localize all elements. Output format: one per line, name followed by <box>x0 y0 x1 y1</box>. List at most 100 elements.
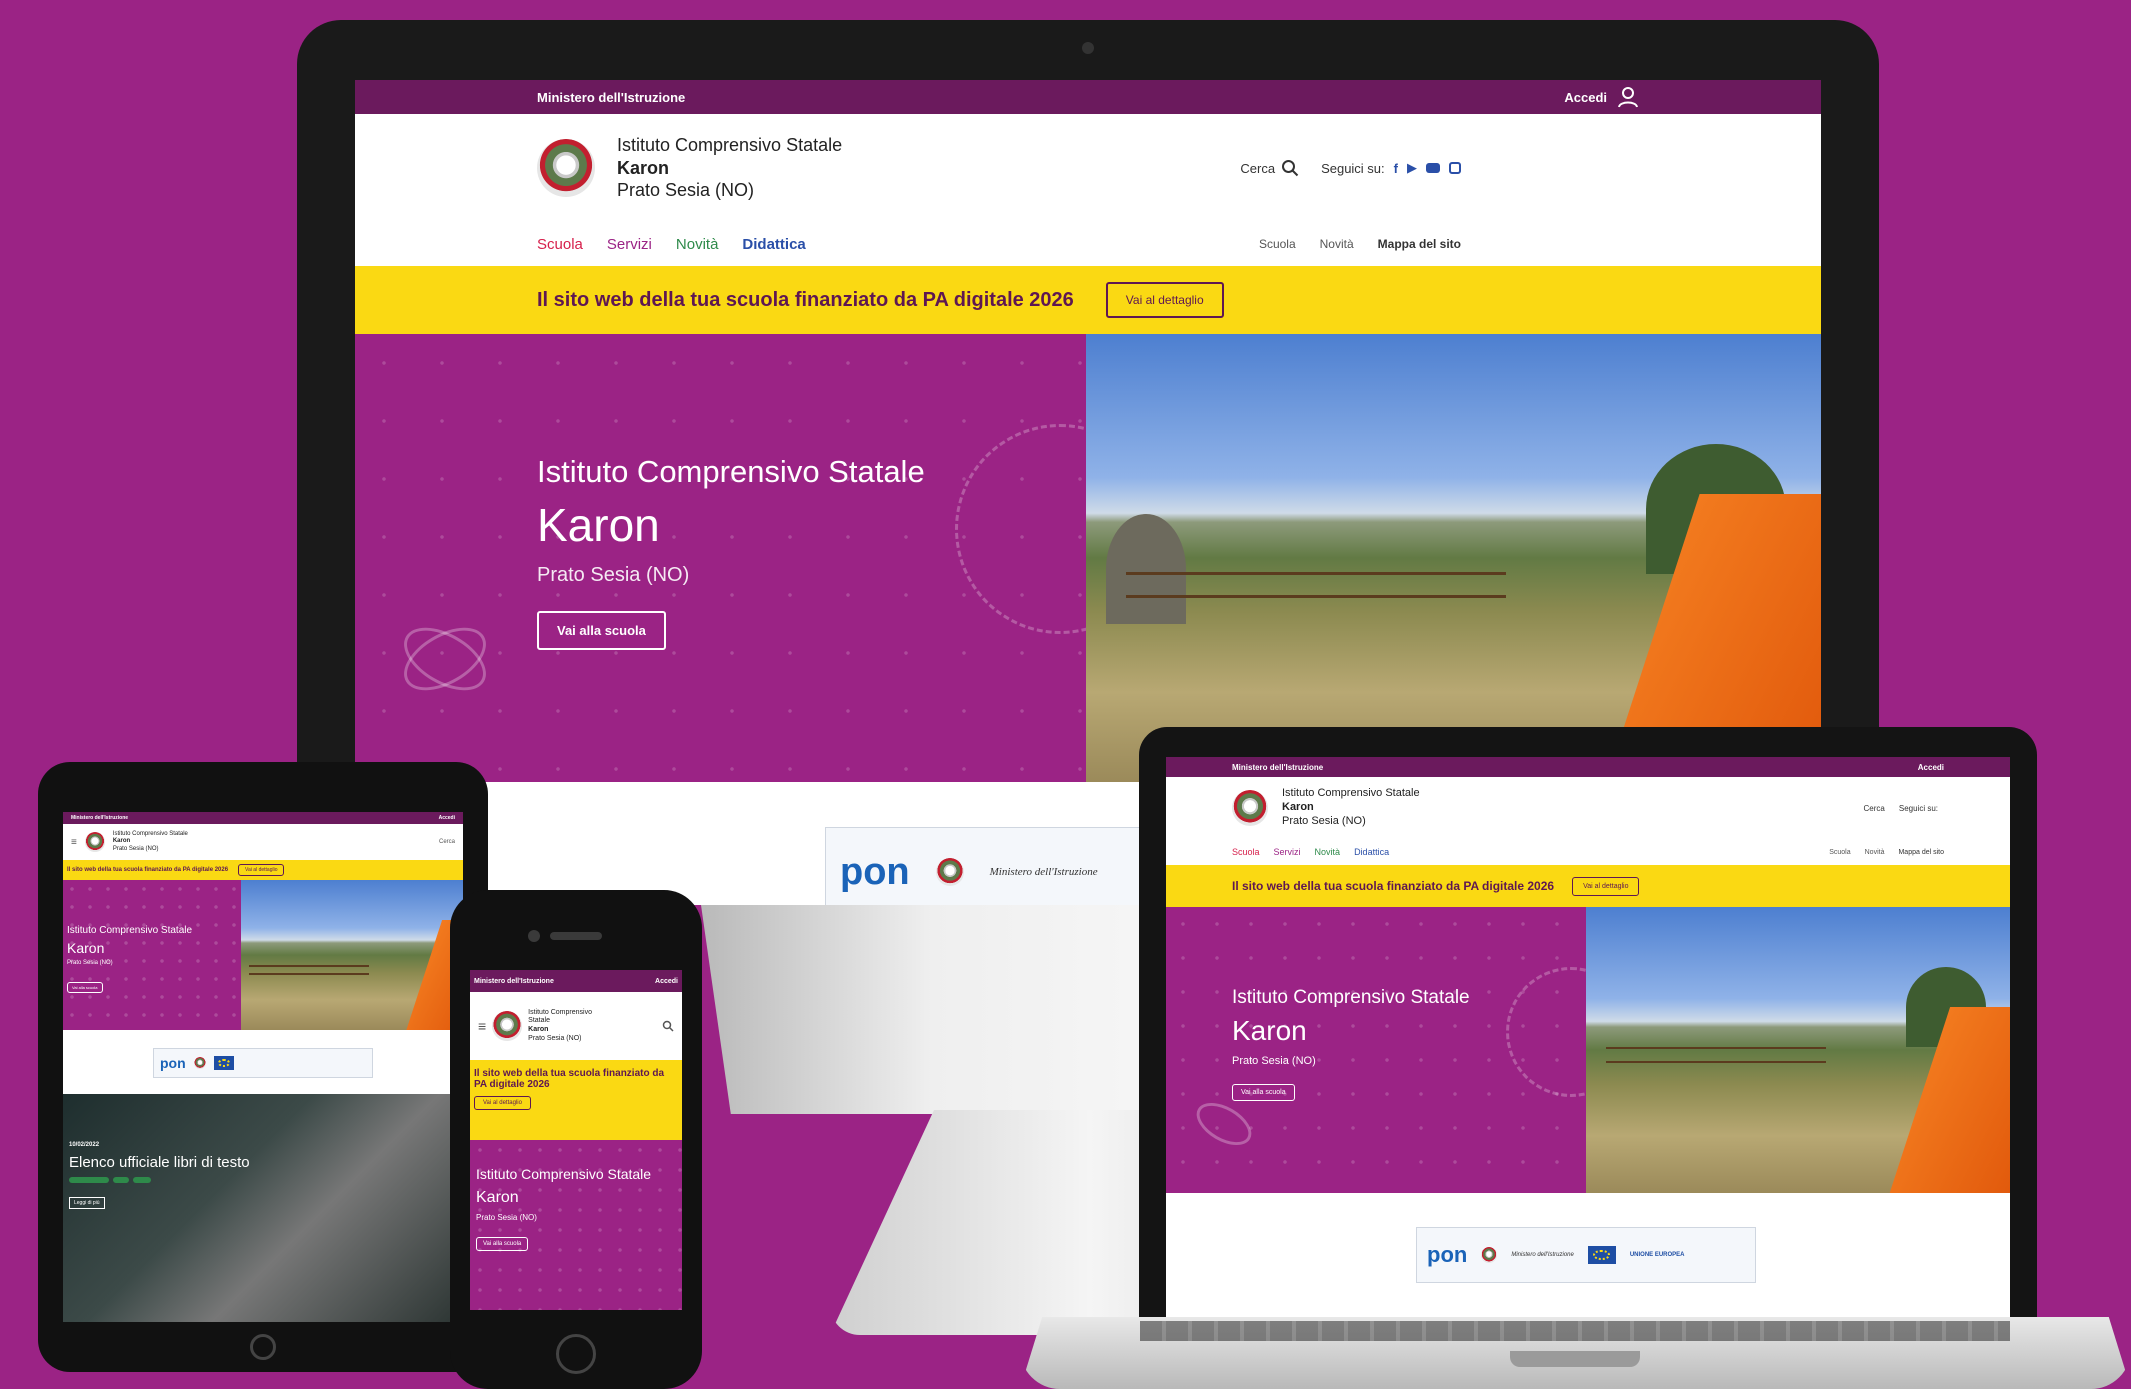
phone-speaker <box>550 932 602 940</box>
tablet-news-button[interactable]: Leggi di più <box>69 1197 105 1209</box>
laptop-nav2-scuola[interactable]: Scuola <box>1829 849 1850 856</box>
tablet-brand[interactable]: Istituto Comprensivo Statale Karon Prato… <box>113 831 188 854</box>
italian-republic-emblem-icon <box>537 139 595 197</box>
laptop-nav-novita[interactable]: Novità <box>1315 847 1341 857</box>
laptop-ministry-link[interactable]: Ministero dell'Istruzione <box>1232 763 1323 772</box>
laptop-pon-banner[interactable]: pon Ministero dell'Istruzione UNIONE EUR… <box>1416 1227 1756 1283</box>
nav-scuola[interactable]: Scuola <box>537 236 583 253</box>
tablet-screen: Ministero dell'Istruzione Accedi ≡ Istit… <box>63 812 463 1322</box>
search-icon <box>1282 160 1299 177</box>
youtube-icon[interactable] <box>1426 163 1440 173</box>
tablet-ministry-emblem-icon <box>193 1057 206 1069</box>
laptop-nav-didattica[interactable]: Didattica <box>1354 847 1389 857</box>
laptop-hero-photo <box>1586 907 2010 1193</box>
twitter-icon[interactable]: ▶ <box>1407 160 1417 176</box>
hero-section: Istituto Comprensivo Statale Karon Prato… <box>355 334 1821 782</box>
instagram-icon[interactable] <box>1449 162 1461 174</box>
laptop-school-name: Karon <box>1282 801 1314 814</box>
laptop-atom-icon <box>1189 1094 1259 1154</box>
laptop-brand[interactable]: Istituto Comprensivo Statale Karon Prato… <box>1282 787 1420 828</box>
laptop-login-link[interactable]: Accedi <box>1918 763 1944 772</box>
laptop-nav2-novita[interactable]: Novità <box>1865 849 1885 856</box>
laptop-keyboard-base <box>1020 1317 2131 1389</box>
hero-photo-ruin <box>1106 514 1186 624</box>
nav-secondary-scuola[interactable]: Scuola <box>1259 237 1296 251</box>
user-icon <box>1618 87 1638 108</box>
laptop-navigation: Scuola Servizi Novità Didattica Scuola N… <box>1166 839 2010 865</box>
tablet-hero-name: Karon <box>67 940 105 956</box>
laptop-banner-button[interactable]: Vai al dettaglio <box>1572 876 1640 896</box>
phone-banner: Il sito web della tua scuola finanziato … <box>470 1060 682 1140</box>
nav-sitemap[interactable]: Mappa del sito <box>1378 237 1461 251</box>
laptop-eu-label: UNIONE EUROPEA <box>1629 1252 1685 1258</box>
laptop-search-button[interactable]: Cerca <box>1864 804 1885 813</box>
phone-search-icon[interactable] <box>662 1020 674 1032</box>
phone-school-name: Karon <box>528 1026 549 1033</box>
tablet-pon-banner[interactable]: pon <box>153 1048 373 1078</box>
laptop-keyboard <box>1140 1321 2010 1341</box>
laptop-photo-bench <box>1881 1007 2010 1193</box>
tablet-banner-button[interactable]: Vai al dettaglio <box>238 864 285 876</box>
nav-secondary-novita[interactable]: Novità <box>1320 237 1354 251</box>
phone-screen: Ministero dell'Istruzione Accedi ≡ Istit… <box>470 970 682 1310</box>
laptop-school-location: Prato Sesia (NO) <box>1282 814 1366 827</box>
phone-website: Ministero dell'Istruzione Accedi ≡ Istit… <box>470 970 682 1310</box>
laptop-banner-text: Il sito web della tua scuola finanziato … <box>1232 879 1555 893</box>
ministry-link[interactable]: Ministero dell'Istruzione <box>537 90 685 105</box>
tablet-login-link[interactable]: Accedi <box>439 815 455 821</box>
tablet-news-tag[interactable] <box>113 1177 129 1183</box>
tablet-ministry-link[interactable]: Ministero dell'Istruzione <box>71 815 128 821</box>
smartphone: Ministero dell'Istruzione Accedi ≡ Istit… <box>450 890 702 1389</box>
laptop-nav-sitemap[interactable]: Mappa del sito <box>1898 849 1944 856</box>
tablet-home-button[interactable] <box>250 1334 276 1360</box>
phone-camera <box>528 930 540 942</box>
search-button[interactable]: Cerca <box>1240 159 1299 177</box>
tablet-search-button[interactable]: Cerca <box>439 839 455 845</box>
school-brand[interactable]: Istituto Comprensivo Statale Karon Prato… <box>617 134 842 202</box>
phone-banner-text: Il sito web della tua scuola finanziato … <box>474 1068 665 1090</box>
laptop-ministry-bar: Ministero dell'Istruzione Accedi <box>1166 757 2010 777</box>
phone-login-link[interactable]: Accedi <box>655 978 678 985</box>
login-link[interactable]: Accedi <box>1564 86 1639 108</box>
tablet-sponsors: pon <box>63 1030 463 1094</box>
laptop-nav-servizi[interactable]: Servizi <box>1274 847 1301 857</box>
tablet-hero-button[interactable]: Vai alla scuola <box>67 982 103 993</box>
phone-hero-button[interactable]: Vai alla scuola <box>476 1236 529 1251</box>
school-name: Karon <box>617 157 670 178</box>
tablet-hero-photo <box>241 880 463 1030</box>
school-location: Prato Sesia (NO) <box>617 180 755 201</box>
hero-school-button[interactable]: Vai alla scuola <box>537 611 666 650</box>
tablet-school-type: Istituto Comprensivo Statale <box>112 830 188 837</box>
laptop-eu-flag-icon <box>1587 1246 1616 1264</box>
hero-photo-fence <box>1126 572 1506 598</box>
nav-novita[interactable]: Novità <box>676 236 719 253</box>
phone-hero: Istituto Comprensivo Statale Karon Prato… <box>470 1140 682 1310</box>
facebook-icon[interactable]: f <box>1394 161 1398 176</box>
phone-hero-type: Istituto Comprensivo Statale <box>476 1166 652 1182</box>
phone-banner-button[interactable]: Vai al dettaglio <box>474 1096 531 1110</box>
tablet-news-tag[interactable] <box>133 1177 151 1183</box>
phone-brand[interactable]: Istituto Comprensivo Statale Karon Prato… <box>528 1009 598 1044</box>
nav-didattica[interactable]: Didattica <box>742 236 805 253</box>
tablet-banner-text: Il sito web della tua scuola finanziato … <box>67 867 229 873</box>
pon-banner[interactable]: pon Ministero dell'Istruzione <box>825 827 1155 905</box>
nav-servizi[interactable]: Servizi <box>607 236 652 253</box>
banner-detail-button[interactable]: Vai al dettaglio <box>1105 282 1224 318</box>
tablet-ministry-bar: Ministero dell'Istruzione Accedi <box>63 812 463 824</box>
tablet-hero-type: Istituto Comprensivo Statale <box>67 925 193 936</box>
phone-menu-icon[interactable]: ≡ <box>478 1018 486 1034</box>
tablet-news-card[interactable]: 10/02/2022 Elenco ufficiale libri di tes… <box>63 1094 463 1322</box>
site-header: Istituto Comprensivo Statale Karon Prato… <box>355 114 1821 222</box>
tablet-news-tag[interactable] <box>69 1177 109 1183</box>
laptop-pon-logo: pon <box>1427 1242 1468 1267</box>
phone-ministry-link[interactable]: Ministero dell'Istruzione <box>474 978 554 985</box>
phone-header: ≡ Istituto Comprensivo Statale Karon Pra… <box>470 992 682 1060</box>
tablet-menu-icon[interactable]: ≡ <box>71 837 77 848</box>
banner-text: Il sito web della tua scuola finanziato … <box>537 288 1074 311</box>
laptop-hero-button[interactable]: Vai alla scuola <box>1232 1084 1295 1101</box>
laptop-school-type: Istituto Comprensivo Statale <box>1282 787 1420 800</box>
tablet-website: Ministero dell'Istruzione Accedi ≡ Istit… <box>63 812 463 1322</box>
laptop-hero-text: Istituto Comprensivo Statale Karon Prato… <box>1166 907 1636 1193</box>
phone-home-button[interactable] <box>556 1334 596 1374</box>
laptop-nav-scuola[interactable]: Scuola <box>1232 847 1260 857</box>
